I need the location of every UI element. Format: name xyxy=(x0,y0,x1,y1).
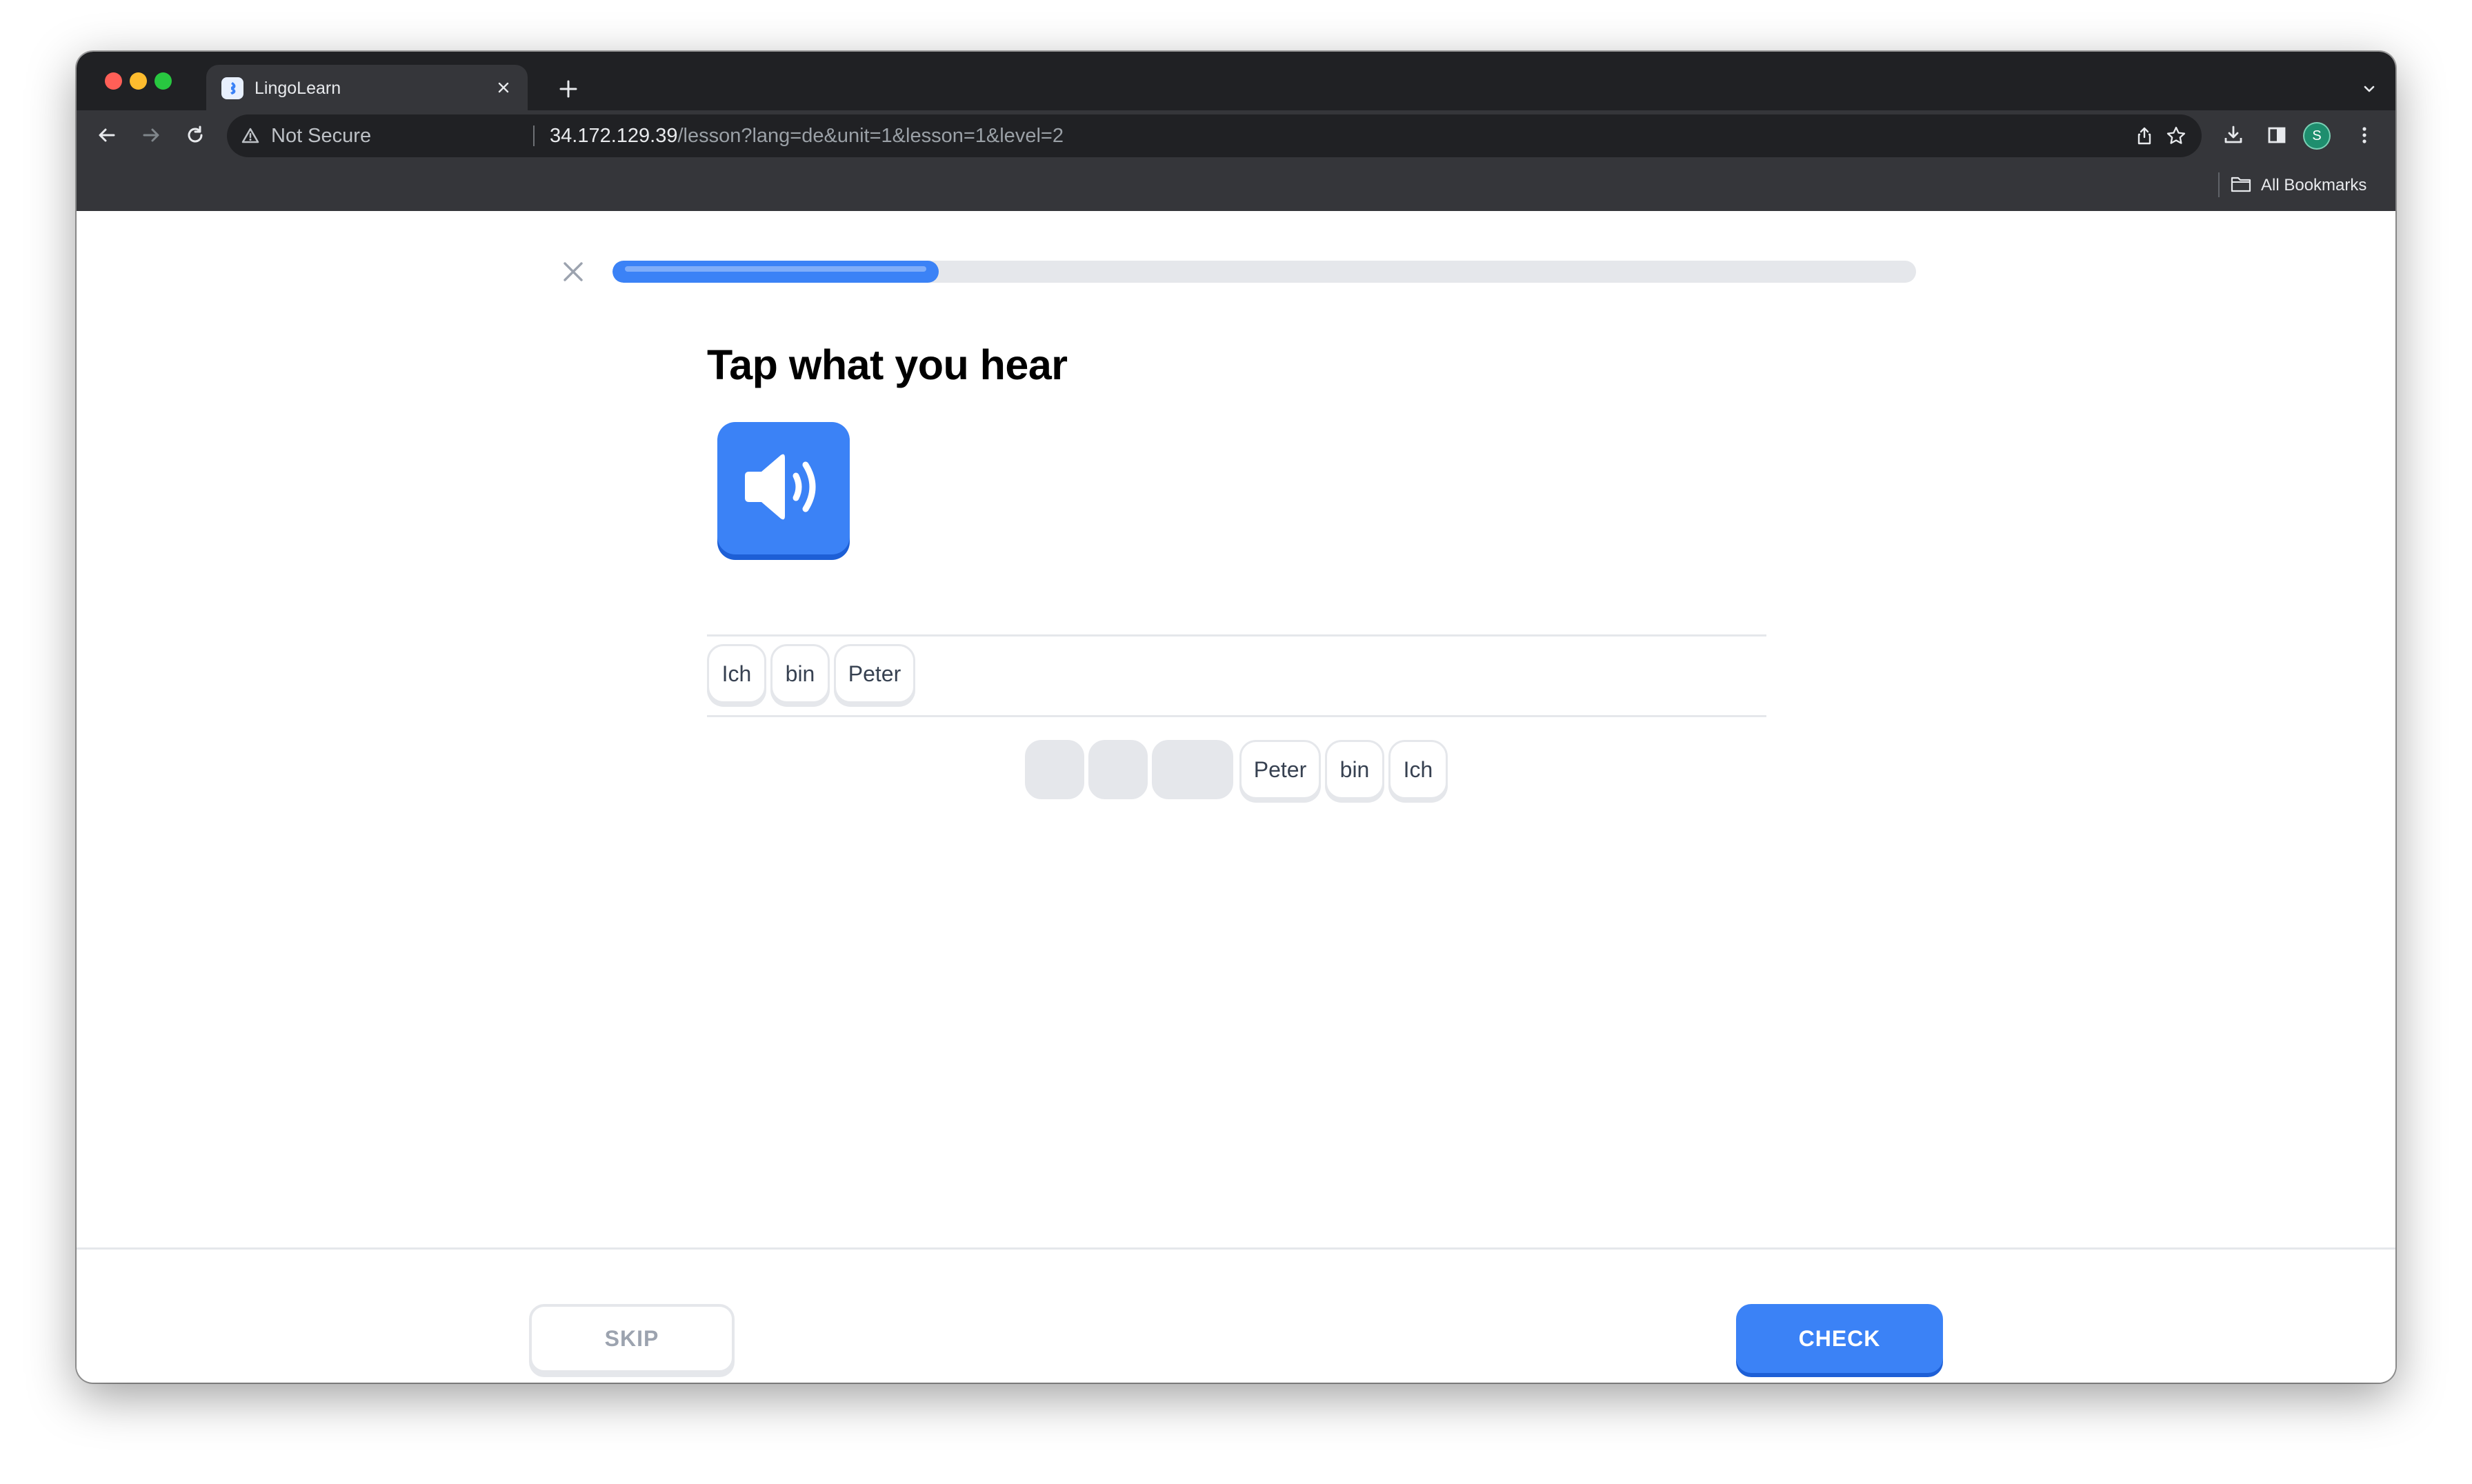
back-arrow-icon[interactable] xyxy=(92,120,122,150)
url-path: /lesson?lang=de&unit=1&lesson=1&level=2 xyxy=(677,125,1064,147)
url-host: 34.172.129.39 xyxy=(550,125,678,147)
new-tab-plus-icon[interactable] xyxy=(555,75,582,103)
more-vertical-icon[interactable] xyxy=(2349,120,2380,150)
close-lesson-icon[interactable] xyxy=(559,258,587,285)
download-icon[interactable] xyxy=(2218,120,2249,150)
skip-button[interactable]: SKIP xyxy=(529,1304,735,1373)
bookmarks-divider xyxy=(2218,172,2220,197)
word-bank-empty-slot xyxy=(1025,740,1084,799)
browser-window: LingoLearn Not Secure 34.172.129.39/less… xyxy=(77,52,2395,1383)
word-bank-empty-slot xyxy=(1088,740,1148,799)
speaker-icon xyxy=(735,445,832,532)
address-bar[interactable]: Not Secure 34.172.129.39/lesson?lang=de&… xyxy=(227,114,2202,157)
word-bank-chip[interactable]: Ich xyxy=(1388,740,1448,799)
minimize-window-button[interactable] xyxy=(130,72,147,90)
maximize-window-button[interactable] xyxy=(154,72,172,90)
folder-icon xyxy=(2231,175,2251,197)
browser-toolbar: Not Secure 34.172.129.39/lesson?lang=de&… xyxy=(77,110,2395,160)
side-panel-icon[interactable] xyxy=(2262,120,2292,150)
lesson-page: Tap what you hear Ich bin Peter Peter bi… xyxy=(77,211,2395,1383)
bookmarks-bar: All Bookmarks xyxy=(77,160,2395,211)
answer-area-top-line xyxy=(707,634,1766,636)
all-bookmarks-label: All Bookmarks xyxy=(2261,176,2367,194)
lesson-progress-fill xyxy=(612,261,939,283)
word-bank-chip[interactable]: bin xyxy=(1325,740,1384,799)
bookmark-star-icon[interactable] xyxy=(2164,123,2189,148)
security-status-label[interactable]: Not Secure xyxy=(271,124,371,148)
lesson-progress-shine xyxy=(625,266,926,272)
tab-search-chevron-down-icon[interactable] xyxy=(2357,77,2382,101)
url-text[interactable]: 34.172.129.39/lesson?lang=de&unit=1&less… xyxy=(550,124,1064,148)
lingolearn-logo-icon xyxy=(221,77,243,99)
play-audio-button[interactable] xyxy=(717,422,850,554)
lesson-progress-bar xyxy=(612,261,1916,283)
check-button[interactable]: CHECK xyxy=(1736,1304,1943,1373)
answer-area-bottom-line xyxy=(707,715,1766,717)
omnibox-divider xyxy=(533,126,535,146)
footer-divider xyxy=(77,1247,2395,1250)
word-bank-chip[interactable]: Peter xyxy=(1239,740,1321,799)
tab-title: LingoLearn xyxy=(255,79,341,98)
all-bookmarks-button[interactable]: All Bookmarks xyxy=(2231,172,2366,199)
share-icon[interactable] xyxy=(2132,123,2157,148)
close-window-button[interactable] xyxy=(105,72,122,90)
tab-close-icon[interactable] xyxy=(492,76,515,99)
answer-word-chip[interactable]: Ich xyxy=(707,644,766,703)
word-bank-empty-slot xyxy=(1152,740,1233,799)
browser-tab-active[interactable]: LingoLearn xyxy=(206,65,528,110)
answer-word-chip[interactable]: bin xyxy=(770,644,830,703)
warning-triangle-icon[interactable] xyxy=(241,126,260,149)
challenge-prompt: Tap what you hear xyxy=(707,341,1068,388)
profile-avatar[interactable]: S xyxy=(2304,123,2329,148)
reload-icon[interactable] xyxy=(180,120,210,150)
forward-arrow-icon[interactable] xyxy=(136,120,166,150)
answer-word-chip[interactable]: Peter xyxy=(834,644,915,703)
tab-strip: LingoLearn xyxy=(77,52,2395,110)
